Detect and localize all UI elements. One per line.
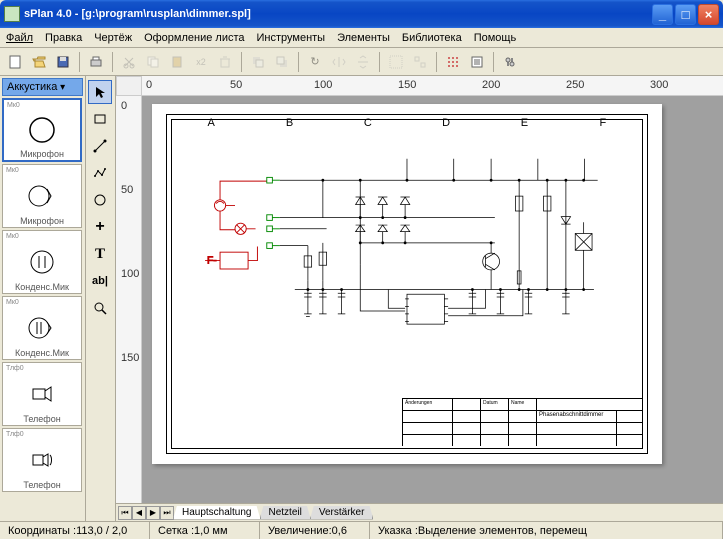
menu-page[interactable]: Оформление листа bbox=[144, 32, 244, 44]
title-bar: sPlan 4.0 - [g:\program\rusplan\dimmer.s… bbox=[0, 0, 723, 28]
zoom-tool[interactable] bbox=[88, 296, 112, 320]
open-button[interactable] bbox=[28, 51, 50, 73]
minimize-button[interactable]: _ bbox=[652, 4, 673, 25]
menu-tools[interactable]: Инструменты bbox=[257, 32, 326, 44]
app-icon bbox=[4, 6, 20, 22]
canvas-area: 0 50 100 150 200 250 300 0 50 100 150 bbox=[116, 76, 723, 521]
sheet-tab[interactable]: Verstärker bbox=[310, 506, 374, 520]
menu-drawing[interactable]: Чертёж bbox=[94, 32, 132, 44]
label-tool[interactable]: ab| bbox=[88, 269, 112, 293]
new-button[interactable] bbox=[4, 51, 26, 73]
front-button[interactable] bbox=[247, 51, 269, 73]
palette-category[interactable]: Аккустика ▾ bbox=[2, 78, 83, 96]
component-item[interactable]: Тлф0 Телефон bbox=[2, 362, 82, 426]
component-palette: Аккустика ▾ Мк0 Микрофон Мк0 Микрофон Мк… bbox=[0, 76, 86, 521]
circle-tool[interactable] bbox=[88, 188, 112, 212]
page[interactable]: ABCDEF F- bbox=[152, 104, 662, 464]
main-area: Аккустика ▾ Мк0 Микрофон Мк0 Микрофон Мк… bbox=[0, 76, 723, 521]
settings-button[interactable] bbox=[499, 51, 521, 73]
status-bar: Координаты : 113,0 / 2,0 Сетка : 1,0 мм … bbox=[0, 521, 723, 539]
menu-file[interactable]: Файл bbox=[6, 32, 33, 44]
sheet-nav-next[interactable]: ▶ bbox=[146, 506, 160, 520]
status-zoom: Увеличение: 0,6 bbox=[260, 522, 370, 539]
ungroup-button[interactable] bbox=[409, 51, 431, 73]
menu-elements[interactable]: Элементы bbox=[337, 32, 390, 44]
rotate-button[interactable]: ↻ bbox=[304, 51, 326, 73]
sheet-tab[interactable]: Hauptschaltung bbox=[173, 506, 261, 520]
rect-tool[interactable] bbox=[88, 107, 112, 131]
paste-button[interactable] bbox=[166, 51, 188, 73]
menu-edit[interactable]: Правка bbox=[45, 32, 82, 44]
frame-columns: ABCDEF bbox=[172, 117, 642, 125]
canvas[interactable]: ABCDEF F- bbox=[142, 96, 723, 503]
flip-h-button[interactable] bbox=[328, 51, 350, 73]
save-button[interactable] bbox=[52, 51, 74, 73]
status-hint: Указка : Выделение элементов, перемещ bbox=[370, 522, 723, 539]
sheet-nav-first[interactable]: ⏮ bbox=[118, 506, 132, 520]
text-tool[interactable]: T bbox=[88, 242, 112, 266]
sheet-nav-prev[interactable]: ◀ bbox=[132, 506, 146, 520]
status-grid: Сетка : 1,0 мм bbox=[150, 522, 260, 539]
line-tool[interactable] bbox=[88, 134, 112, 158]
maximize-button[interactable]: □ bbox=[675, 4, 696, 25]
component-item[interactable]: Мк0 Конденс.Мик bbox=[2, 296, 82, 360]
close-button[interactable]: × bbox=[698, 4, 719, 25]
component-item[interactable]: Тлф0 Телефон bbox=[2, 428, 82, 492]
window-title: sPlan 4.0 - [g:\program\rusplan\dimmer.s… bbox=[24, 8, 652, 20]
menu-help[interactable]: Помощь bbox=[474, 32, 517, 44]
sheet-tab[interactable]: Netzteil bbox=[260, 506, 311, 520]
status-coords: Координаты : 113,0 / 2,0 bbox=[0, 522, 150, 539]
cut-button[interactable] bbox=[118, 51, 140, 73]
back-button[interactable] bbox=[271, 51, 293, 73]
schematic-drawing[interactable]: F- bbox=[192, 140, 622, 383]
svg-text:F-: F- bbox=[207, 255, 217, 266]
duplicate-button[interactable]: x2 bbox=[190, 51, 212, 73]
sheet-nav-last[interactable]: ⏭ bbox=[160, 506, 174, 520]
flip-v-button[interactable] bbox=[352, 51, 374, 73]
component-item[interactable]: Мк0 Микрофон bbox=[2, 98, 82, 162]
list-button[interactable] bbox=[466, 51, 488, 73]
node-tool[interactable]: + bbox=[88, 215, 112, 239]
polyline-tool[interactable] bbox=[88, 161, 112, 185]
group-button[interactable] bbox=[385, 51, 407, 73]
snap-button[interactable] bbox=[442, 51, 464, 73]
copy-button[interactable] bbox=[142, 51, 164, 73]
component-item[interactable]: Мк0 Конденс.Мик bbox=[2, 230, 82, 294]
title-block: Änderungen Datum Name Phasenabschnittdim… bbox=[402, 398, 642, 448]
print-button[interactable] bbox=[85, 51, 107, 73]
menu-library[interactable]: Библиотека bbox=[402, 32, 462, 44]
ruler-horizontal: 0 50 100 150 200 250 300 bbox=[142, 76, 723, 96]
pointer-tool[interactable] bbox=[88, 80, 112, 104]
drawing-tools: + T ab| bbox=[86, 76, 116, 521]
window-controls: _ □ × bbox=[652, 4, 719, 25]
ruler-corner bbox=[116, 76, 142, 96]
menu-bar: Файл Правка Чертёж Оформление листа Инст… bbox=[0, 28, 723, 48]
ruler-vertical: 0 50 100 150 bbox=[116, 96, 142, 503]
delete-button[interactable] bbox=[214, 51, 236, 73]
component-item[interactable]: Мк0 Микрофон bbox=[2, 164, 82, 228]
sheet-tabs: ⏮ ◀ ▶ ⏭ Hauptschaltung Netzteil Verstärk… bbox=[116, 503, 723, 521]
toolbar: x2 ↻ bbox=[0, 48, 723, 76]
